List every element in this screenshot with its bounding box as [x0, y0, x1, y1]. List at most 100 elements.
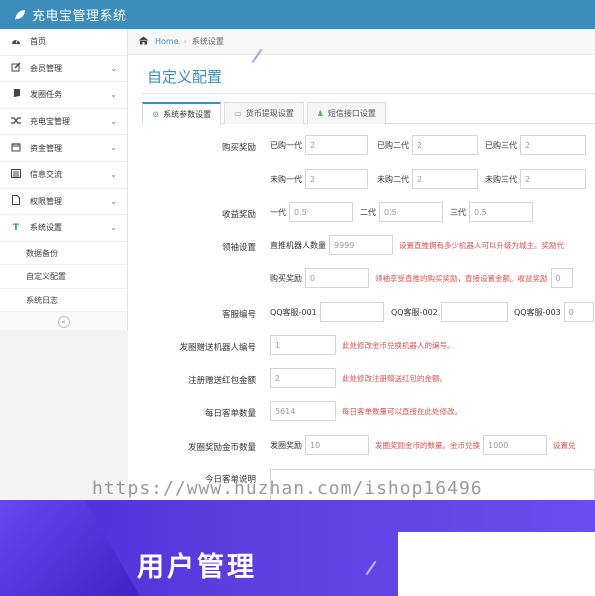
sidebar-subitem-custom-config[interactable]: 自定义配置 [0, 265, 127, 289]
qq-service-2-input[interactable] [440, 302, 508, 322]
field-label: 已购一代 [270, 140, 302, 150]
tab-bar: ⚙ 系统参数设置 ▭ 货币提现设置 ♟ 短信接口设置 [142, 102, 595, 125]
edit-icon [10, 62, 22, 75]
tab-label: 短信接口设置 [327, 109, 376, 118]
chevron-down-icon: ⌄ [110, 63, 117, 73]
sidebar-item-funds[interactable]: 资金管理 ⌄ [0, 135, 127, 162]
sidebar-item-settings[interactable]: T 系统设置 ⌄ [0, 215, 127, 242]
sidebar-item-label: 权限管理 [30, 196, 62, 206]
circle-reward-input[interactable]: 10 [305, 435, 369, 455]
chevron-down-icon: ⌄ [110, 143, 117, 153]
banner-white-panel [398, 532, 595, 596]
breadcrumb-current: 系统设置 [191, 37, 224, 46]
leaf-logo-icon [14, 9, 28, 21]
register-gift-hint: 此处修改注册赠送红包的金额。 [342, 373, 447, 383]
income-reward-label: 收益奖励 [221, 210, 256, 220]
sidebar-item-members[interactable]: 会员管理 ⌄ [0, 56, 127, 83]
customer-service-label: 客服编号 [221, 310, 256, 320]
sidebar-item-label: 充电宝管理 [30, 117, 70, 127]
sidebar-item-home[interactable]: 首页 [0, 29, 127, 56]
chevron-down-icon: ⌄ [110, 223, 117, 233]
calendar-icon [10, 142, 22, 155]
collapse-arrow-icon[interactable]: « [57, 316, 70, 329]
field-label: 三代 [450, 207, 466, 217]
daily-orders-label: 每日客单数量 [204, 409, 256, 419]
gears-icon: ⚙ [152, 110, 160, 119]
top-header: 充电宝管理系统 [0, 0, 595, 29]
robot-count-hint: 设置直推拥有多少机器人可以升级为城主。奖励代 [399, 240, 564, 250]
daily-orders-input[interactable]: 5614 [270, 401, 336, 421]
leader-buy-reward-input[interactable]: 0 [305, 268, 369, 288]
chevron-down-icon: ⌄ [110, 116, 117, 126]
field-label: QQ客服-001 [270, 307, 317, 317]
field-label: QQ客服-003 [514, 307, 561, 317]
qq-service-1-input[interactable] [319, 302, 384, 322]
file-icon [10, 194, 22, 208]
tab-system-params[interactable]: ⚙ 系统参数设置 [142, 102, 222, 125]
income-gen1-input[interactable]: 0.5 [289, 202, 353, 222]
register-gift-input[interactable]: 2 [270, 368, 336, 388]
tab-withdraw-settings[interactable]: ▭ 货币提现设置 [224, 102, 304, 124]
banner-title: 用户管理 [137, 552, 257, 583]
sidebar-subitem-label: 自定义配置 [26, 272, 66, 281]
income-gen3-input[interactable]: 0.5 [469, 202, 533, 222]
leader-income-input[interactable]: 0 [550, 268, 573, 288]
sidebar-item-tasks[interactable]: 发圈任务 ⌄ [0, 82, 127, 109]
sidebar-subitem-logs[interactable]: 系统日志 [0, 289, 127, 313]
robot-count-input[interactable]: 9999 [329, 235, 393, 255]
tab-label: 系统参数设置 [163, 110, 212, 119]
sidebar-subitem-label: 数据备份 [26, 248, 58, 258]
sidebar-item-messages[interactable]: 信息交流 ⌄ [0, 162, 127, 189]
field-label: 购买奖励 [270, 273, 302, 283]
watermark-url: https://www.huzhan.com/ishop16496 [92, 478, 483, 499]
circle-reward-hint: 发圈奖励金币的数量。金币兑换 [375, 440, 480, 450]
tab-label: 货币提现设置 [245, 109, 294, 118]
chevron-down-icon: ⌄ [110, 196, 117, 206]
leader-setting-label: 领袖设置 [221, 243, 256, 253]
register-gift-label: 注册赠送红包金额 [187, 376, 256, 386]
list-icon [10, 168, 22, 181]
qq-service-3-input[interactable]: 0 [563, 302, 594, 322]
gift-robot-hint: 此处修改金币兑换机器人的编号。 [342, 340, 455, 350]
unbought-gen2-input[interactable]: 2 [412, 169, 478, 189]
field-label: 已购二代 [377, 140, 409, 150]
home-icon [138, 36, 149, 47]
breadcrumb-home-link[interactable]: Home [155, 37, 179, 46]
shuffle-icon [10, 116, 22, 128]
page-title: 自定义配置 [147, 68, 223, 86]
sidebar-item-permissions[interactable]: 权限管理 ⌄ [0, 189, 127, 216]
bought-gen2-input[interactable]: 2 [412, 135, 478, 155]
field-label: 一代 [270, 207, 286, 217]
book-icon [10, 88, 22, 101]
text-icon: T [12, 222, 20, 233]
tab-sms-settings[interactable]: ♟ 短信接口设置 [306, 102, 386, 124]
sidebar-item-label: 首页 [30, 37, 46, 47]
sidebar: 首页 会员管理 ⌄ 发圈任务 ⌄ 充电宝管理 ⌄ 资金管理 ⌄ 信息交流 ⌄ 权… [0, 29, 128, 333]
sidebar-item-label: 系统设置 [30, 223, 62, 233]
sidebar-item-label: 发圈任务 [30, 90, 62, 100]
chevron-down-icon: ⌄ [110, 90, 117, 100]
field-label: 二代 [360, 207, 376, 217]
field-label: 未购三代 [485, 174, 517, 184]
field-label: 未购一代 [270, 174, 302, 184]
title-divider [142, 93, 595, 94]
daily-orders-hint: 每日客单数量可以直接在此处修改。 [342, 406, 462, 416]
sidebar-item-powerbank[interactable]: 充电宝管理 ⌄ [0, 109, 127, 136]
user-icon: ♟ [316, 109, 324, 118]
field-label: 发圈奖励 [270, 440, 302, 450]
circle-reward-label: 发圈奖励金币数量 [187, 443, 256, 453]
dashboard-icon [10, 36, 22, 48]
bought-gen1-input[interactable]: 2 [305, 135, 368, 155]
sidebar-subitem-backup[interactable]: 数据备份 [0, 242, 127, 266]
unbought-gen1-input[interactable]: 2 [305, 169, 368, 189]
income-gen2-input[interactable]: 0.5 [379, 202, 443, 222]
sidebar-item-label: 会员管理 [30, 63, 62, 73]
bought-gen3-input[interactable]: 2 [520, 135, 586, 155]
unbought-gen3-input[interactable]: 2 [520, 169, 586, 189]
coin-exchange-hint: 设置兑 [553, 440, 576, 450]
gift-robot-input[interactable]: 1 [270, 335, 336, 355]
sidebar-item-label: 信息交流 [30, 170, 62, 180]
breadcrumb: Home › 系统设置 [128, 29, 595, 55]
chevron-down-icon: ⌄ [110, 169, 117, 179]
coin-exchange-input[interactable]: 1000 [483, 435, 547, 455]
